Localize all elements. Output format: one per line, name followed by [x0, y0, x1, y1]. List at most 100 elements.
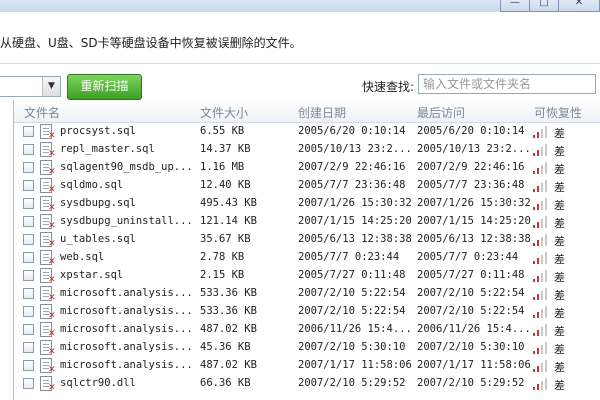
signal-bars-icon [533, 306, 548, 318]
file-accessed: 2007/2/9 22:46:16 [417, 161, 525, 173]
table-row[interactable]: ✕ xpstar.sql 2.15 KB 2005/7/27 0:11:48 2005/… [14, 267, 600, 285]
row-checkbox[interactable] [23, 324, 34, 335]
deleted-mark-icon: ✕ [48, 383, 56, 393]
table-row[interactable]: ✕ microsoft.analysis... 487.02 KB 2006/11/2… [14, 321, 600, 339]
deleted-mark-icon: ✕ [48, 149, 56, 159]
file-size: 66.36 KB [200, 377, 251, 389]
row-checkbox[interactable] [23, 216, 34, 227]
recoverability-rating: 差 [554, 163, 565, 176]
signal-bars-icon [533, 360, 548, 372]
file-accessed: 2006/11/26 15:4... [417, 323, 531, 335]
row-checkbox[interactable] [23, 306, 34, 317]
signal-bars-icon [533, 216, 548, 228]
deleted-mark-icon: ✕ [48, 311, 56, 321]
table-row[interactable]: ✕ sqldmo.sql 12.40 KB 2005/7/7 23:36:48 2005… [14, 177, 600, 195]
row-checkbox[interactable] [23, 270, 34, 281]
file-accessed: 2007/2/10 5:22:54 [417, 287, 525, 299]
recoverability-rating: 差 [554, 271, 565, 284]
file-created: 2007/1/17 11:58:06 [298, 359, 412, 371]
search-label: 快速查找: [362, 80, 415, 94]
file-list[interactable]: 文件名 文件大小 创建日期 最后访问 可恢复性 ✕ procsyst.sql 6.5… [14, 100, 600, 400]
row-checkbox[interactable] [23, 360, 34, 371]
file-size: 45.36 KB [200, 341, 251, 353]
row-checkbox[interactable] [23, 252, 34, 263]
rescan-button[interactable]: 重新扫描 [67, 74, 142, 100]
file-created: 2005/7/27 0:11:48 [298, 269, 406, 281]
deleted-mark-icon: ✕ [48, 329, 56, 339]
file-accessed: 2007/1/17 11:58:06 [417, 359, 531, 371]
signal-bars-icon [533, 252, 548, 264]
deleted-mark-icon: ✕ [48, 239, 56, 249]
table-row[interactable]: ✕ microsoft.analysis... 487.02 KB 2007/1/17… [14, 357, 600, 375]
row-checkbox[interactable] [23, 342, 34, 353]
deleted-mark-icon: ✕ [48, 167, 56, 177]
file-created: 2005/6/13 12:38:38 [298, 233, 412, 245]
column-header-accessed[interactable]: 最后访问 [417, 104, 465, 121]
row-checkbox[interactable] [23, 378, 34, 389]
file-size: 1.16 MB [200, 161, 245, 173]
file-accessed: 2007/2/10 5:22:54 [417, 305, 525, 317]
file-created: 2007/2/10 5:22:54 [298, 305, 406, 317]
file-size: 487.02 KB [200, 323, 257, 335]
drive-select[interactable]: ▼ [0, 76, 61, 97]
signal-bars-icon [533, 162, 548, 174]
table-row[interactable]: ✕ microsoft.analysis... 533.36 KB 2007/2/10… [14, 303, 600, 321]
file-created: 2007/2/10 5:30:10 [298, 341, 406, 353]
file-size: 533.36 KB [200, 287, 257, 299]
row-checkbox[interactable] [23, 126, 34, 137]
row-checkbox[interactable] [23, 288, 34, 299]
table-row[interactable]: ✕ sqlctr90.dll 66.36 KB 2007/2/10 5:29:52 20… [14, 375, 600, 393]
recoverability-rating: 差 [554, 145, 565, 158]
row-checkbox[interactable] [23, 180, 34, 191]
file-created: 2007/1/15 14:25:20 [298, 215, 412, 227]
table-row[interactable]: ✕ sysdbupg_uninstall... 121.14 KB 2007/1/15… [14, 213, 600, 231]
column-header-created[interactable]: 创建日期 [298, 104, 346, 121]
table-row[interactable]: ✕ sysdbupg.sql 495.43 KB 2007/1/26 15:30:32… [14, 195, 600, 213]
table-row[interactable]: ✕ microsoft.analysis... 45.36 KB 2007/2/10 … [14, 339, 600, 357]
file-name: web.sql [60, 251, 105, 263]
file-name: repl_master.sql [60, 143, 155, 155]
maximize-icon[interactable]: □ [529, 0, 559, 12]
row-checkbox[interactable] [23, 144, 34, 155]
table-row[interactable]: ✕ sqlagent90_msdb_up... 1.16 MB 2007/2/9 22… [14, 159, 600, 177]
recoverability-rating: 差 [554, 253, 565, 266]
file-created: 2007/2/10 5:22:54 [298, 287, 406, 299]
minimize-icon[interactable]: — [500, 0, 530, 12]
file-name: procsyst.sql [60, 125, 136, 137]
file-created: 2005/10/13 23:2... [298, 143, 412, 155]
folder-tree-panel[interactable] [0, 100, 14, 400]
search-input[interactable] [418, 74, 596, 94]
file-name: u_tables.sql [60, 233, 136, 245]
file-name: microsoft.analysis... [60, 305, 193, 317]
chevron-down-icon[interactable]: ▼ [42, 77, 60, 96]
signal-bars-icon [533, 324, 548, 336]
file-accessed: 2005/7/7 23:36:48 [417, 179, 525, 191]
table-row[interactable]: ✕ repl_master.sql 14.37 KB 2005/10/13 23:2.… [14, 141, 600, 159]
file-size: 533.36 KB [200, 305, 257, 317]
recoverability-rating: 差 [554, 127, 565, 140]
file-accessed: 2005/10/13 23:2... [417, 143, 531, 155]
divider [0, 63, 600, 64]
table-row[interactable]: ✕ microsoft.analysis... 533.36 KB 2007/2/10… [14, 285, 600, 303]
signal-bars-icon [533, 234, 548, 246]
close-icon[interactable]: ✕ [558, 0, 600, 12]
column-header-recoverability[interactable]: 可恢复性 [534, 104, 582, 121]
recoverability-rating: 差 [554, 289, 565, 302]
file-created: 2007/2/9 22:46:16 [298, 161, 406, 173]
table-row[interactable]: ✕ u_tables.sql 35.67 KB 2005/6/13 12:38:38 2… [14, 231, 600, 249]
file-name: xpstar.sql [60, 269, 124, 281]
recoverability-rating: 差 [554, 343, 565, 356]
signal-bars-icon [533, 378, 548, 390]
window-controls: — □ ✕ [500, 0, 600, 12]
file-name: sqlctr90.dll [60, 377, 136, 389]
column-header-name[interactable]: 文件名 [24, 104, 60, 121]
recoverability-rating: 差 [554, 199, 565, 212]
table-row[interactable]: ✕ web.sql 2.78 KB 2005/7/7 0:23:44 2005/7/7 … [14, 249, 600, 267]
row-checkbox[interactable] [23, 234, 34, 245]
file-accessed: 2007/1/26 15:30:32 [417, 197, 531, 209]
row-checkbox[interactable] [23, 162, 34, 173]
table-row[interactable]: ✕ procsyst.sql 6.55 KB 2005/6/20 0:10:14 200… [14, 123, 600, 141]
row-checkbox[interactable] [23, 198, 34, 209]
column-header-size[interactable]: 文件大小 [200, 104, 248, 121]
deleted-mark-icon: ✕ [48, 275, 56, 285]
